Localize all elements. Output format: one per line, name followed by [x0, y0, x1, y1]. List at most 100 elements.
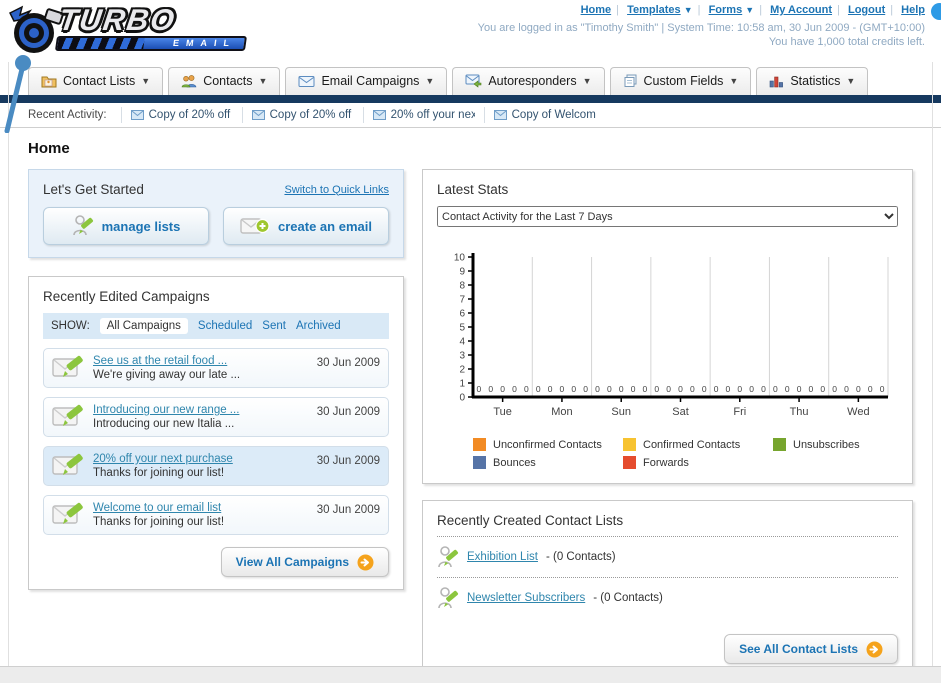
show-label: SHOW:	[51, 320, 90, 332]
custom-fields-pages-icon	[624, 74, 637, 87]
recent-activity-item[interactable]: Copy of 20% off yo	[120, 107, 242, 123]
recent-activity-item[interactable]: Copy of 20% off yo	[241, 107, 363, 123]
svg-text:0: 0	[459, 393, 465, 404]
filter-archived[interactable]: Archived	[296, 320, 341, 332]
recent-activity-item[interactable]: 20% off your next p	[362, 107, 484, 123]
envelope-icon	[493, 110, 507, 120]
tab-email-campaigns[interactable]: Email Campaigns ▼	[285, 67, 448, 95]
svg-text:0: 0	[844, 384, 849, 394]
chart-legend: Unconfirmed Contacts Confirmed Contacts …	[473, 438, 898, 469]
chart-canvas: 0123456789100 0 0 0 0Tue0 0 0 0 0Mon0 0 0 0 0Sun0 0 0 0…	[454, 253, 889, 418]
contact-list-item[interactable]: Exhibition List - (0 Contacts)	[437, 537, 898, 577]
envelope-plus-icon	[240, 218, 270, 234]
nav-link-my-account[interactable]: My Account	[770, 4, 832, 16]
svg-text:3: 3	[459, 351, 465, 362]
svg-text:0: 0	[880, 384, 885, 394]
svg-text:0: 0	[619, 384, 624, 394]
email-envelope-icon	[298, 75, 315, 87]
legend-item-bounces: Bounces	[473, 456, 623, 469]
svg-text:0: 0	[607, 384, 612, 394]
svg-text:0: 0	[595, 384, 600, 394]
manage-lists-label: manage lists	[101, 218, 181, 234]
chevron-down-icon: ▼	[582, 76, 592, 86]
nav-link-templates[interactable]: Templates	[627, 4, 681, 16]
top-nav: Home | Templates ▼ | Forms ▼ | My Account | …	[580, 4, 925, 16]
campaign-date: 30 Jun 2009	[316, 455, 380, 467]
legend-swatch-icon	[473, 438, 486, 451]
stats-period-select[interactable]: Contact Activity for the Last 7 Days	[437, 206, 898, 227]
tab-custom-fields[interactable]: Custom Fields ▼	[609, 67, 752, 95]
campaign-row[interactable]: Welcome to our email list Thanks for joi…	[43, 495, 389, 535]
view-all-campaigns-button[interactable]: View All Campaigns	[220, 547, 389, 577]
svg-text:0: 0	[477, 384, 482, 394]
envelope-icon	[251, 110, 265, 120]
svg-text:2: 2	[459, 365, 465, 376]
see-all-contact-lists-button[interactable]: See All Contact Lists	[724, 634, 898, 664]
contacts-people-icon	[181, 75, 197, 88]
campaign-title-link[interactable]: 20% off your next purchase	[93, 453, 317, 465]
tab-label: Contacts	[203, 74, 253, 88]
svg-text:0: 0	[856, 384, 861, 394]
envelope-pencil-icon	[52, 453, 83, 475]
recent-activity-item[interactable]: Copy of Welcome to	[483, 107, 605, 123]
svg-text:Tue: Tue	[493, 406, 512, 418]
legend-item-unsubscribes: Unsubscribes	[773, 438, 923, 451]
campaign-title-link[interactable]: Introducing our new range ...	[93, 404, 317, 416]
campaign-title-link[interactable]: See us at the retail food ...	[93, 355, 317, 367]
campaign-row[interactable]: 20% off your next purchase Thanks for jo…	[43, 446, 389, 486]
recently-created-contact-lists-panel: Recently Created Contact Lists Exhibitio…	[422, 500, 913, 677]
contact-list-link[interactable]: Exhibition List	[467, 551, 538, 563]
view-all-campaigns-label: View All Campaigns	[235, 555, 349, 569]
svg-text:0: 0	[536, 384, 541, 394]
svg-text:0: 0	[702, 384, 707, 394]
header: TURBO EMAIL Home | Templates ▼ | Forms ▼ | …	[0, 0, 941, 62]
create-email-label: create an email	[278, 218, 372, 234]
nav-link-help[interactable]: Help	[901, 4, 925, 16]
contact-list-count: - (0 Contacts)	[593, 592, 663, 604]
filter-scheduled[interactable]: Scheduled	[198, 320, 252, 332]
svg-text:0: 0	[761, 384, 766, 394]
contact-list-link[interactable]: Newsletter Subscribers	[467, 592, 585, 604]
contact-lists-title: Recently Created Contact Lists	[437, 513, 624, 528]
contact-list-item[interactable]: Newsletter Subscribers - (0 Contacts)	[437, 578, 898, 618]
tab-statistics[interactable]: Statistics ▼	[756, 67, 869, 95]
svg-text:0: 0	[690, 384, 695, 394]
create-email-button[interactable]: create an email	[223, 207, 389, 245]
nav-link-home[interactable]: Home	[581, 4, 612, 16]
logo-stripes	[57, 38, 145, 49]
logo-email-bar: EMAIL	[54, 36, 248, 51]
svg-text:0: 0	[631, 384, 636, 394]
tab-contacts[interactable]: Contacts ▼	[168, 67, 281, 95]
legend-swatch-icon	[473, 456, 486, 469]
campaign-subtitle: Introducing our new Italia ...	[93, 418, 235, 430]
navy-divider-bar	[0, 95, 941, 103]
svg-text:0: 0	[524, 384, 529, 394]
campaign-row[interactable]: See us at the retail food ... We're givi…	[43, 348, 389, 388]
svg-text:0: 0	[726, 384, 731, 394]
svg-text:0: 0	[583, 384, 588, 394]
filter-sent[interactable]: Sent	[262, 320, 286, 332]
chevron-down-icon: ▼	[745, 5, 755, 15]
filter-all-campaigns[interactable]: All Campaigns	[99, 318, 188, 334]
tab-contact-lists[interactable]: Contact Lists ▼	[28, 67, 164, 95]
campaign-title-link[interactable]: Welcome to our email list	[93, 502, 317, 514]
help-bubble-icon[interactable]	[931, 3, 941, 20]
nav-link-forms[interactable]: Forms	[709, 4, 743, 16]
logo-word-email: EMAIL	[172, 38, 237, 48]
chevron-down-icon: ▼	[846, 76, 856, 86]
campaign-date: 30 Jun 2009	[316, 357, 380, 369]
manage-lists-button[interactable]: manage lists	[43, 207, 209, 245]
nav-link-logout[interactable]: Logout	[848, 4, 885, 16]
switch-quick-links-link[interactable]: Switch to Quick Links	[284, 184, 389, 196]
chevron-down-icon: ▼	[683, 5, 693, 15]
get-started-panel: Let's Get Started Switch to Quick Links …	[28, 169, 404, 258]
tab-autoresponders[interactable]: Autoresponders ▼	[452, 67, 605, 95]
svg-text:Sat: Sat	[672, 406, 689, 418]
campaign-row[interactable]: Introducing our new range ... Introducin…	[43, 397, 389, 437]
legend-swatch-icon	[623, 456, 636, 469]
recent-activity-bar: Recent Activity: Copy of 20% off yo Copy…	[0, 103, 941, 128]
chevron-down-icon: ▼	[425, 76, 435, 86]
svg-text:0: 0	[488, 384, 493, 394]
tab-label: Autoresponders	[488, 74, 577, 88]
svg-text:0: 0	[571, 384, 576, 394]
